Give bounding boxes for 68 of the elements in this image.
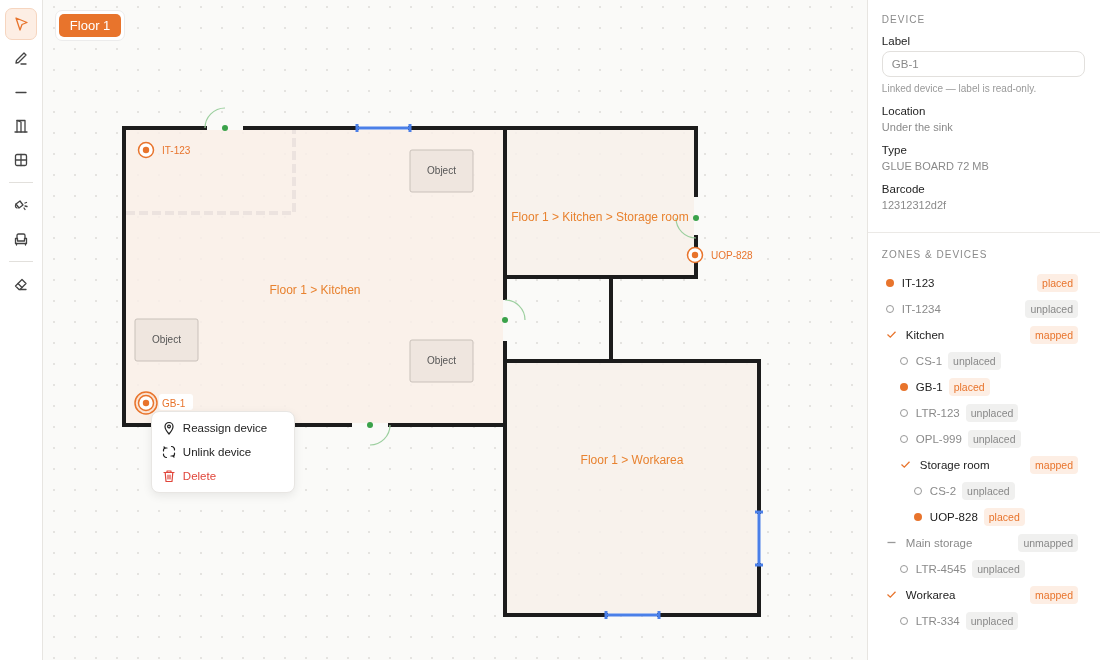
field-label: Barcode	[881, 183, 925, 195]
window-segment	[753, 510, 765, 567]
zone-name[interactable]: Main storage	[905, 536, 973, 549]
object-block[interactable]: Object	[409, 149, 474, 193]
device-name[interactable]: IT-1234	[901, 302, 941, 315]
cursor-icon	[12, 16, 29, 32]
status-badge: unplaced	[965, 611, 1019, 630]
label-input[interactable]: GB-1	[881, 51, 1085, 77]
device-name[interactable]: UOP-828	[929, 510, 978, 523]
status-badge: unplaced	[965, 403, 1019, 422]
menu-item[interactable]: Reassign device	[151, 416, 294, 440]
device-pin[interactable]	[686, 246, 704, 264]
zone-name[interactable]: Kitchen	[905, 328, 945, 341]
unlink-icon	[161, 445, 176, 459]
object-block[interactable]: Object	[409, 339, 474, 383]
armchair-icon	[12, 231, 29, 247]
status-badge: unplaced	[967, 429, 1021, 448]
status-badge: mapped	[1030, 325, 1078, 344]
status-badge: placed	[1037, 273, 1078, 292]
floor-button[interactable]: Floor 1	[58, 14, 122, 37]
menu-item[interactable]: Delete	[151, 464, 294, 488]
device-label: UOP-828	[710, 249, 753, 261]
trash-icon	[161, 469, 176, 483]
field-value: Under the sink	[881, 121, 953, 133]
status-badge: mapped	[1030, 455, 1078, 474]
room-label: Floor 1 > Workarea	[580, 453, 684, 467]
zone-name[interactable]: Workarea	[905, 588, 956, 601]
section-heading: DEVICE	[881, 14, 926, 25]
device-name[interactable]: GB-1	[915, 380, 943, 393]
device-name[interactable]: LTR-123	[915, 406, 960, 419]
room-label: Floor 1 > Kitchen	[269, 283, 361, 297]
window-icon	[12, 152, 29, 168]
window-segment	[355, 122, 412, 134]
section-heading: ZONES & DEVICES	[881, 249, 988, 260]
select-tool-button[interactable]	[4, 8, 37, 40]
field-hint: Linked device — label is read-only.	[881, 83, 1037, 94]
door-swing	[204, 107, 228, 131]
device-name[interactable]: LTR-4545	[915, 562, 967, 575]
object-block[interactable]: Object	[134, 318, 199, 362]
status-badge: placed	[948, 377, 990, 396]
zone-name[interactable]: Storage room	[919, 458, 990, 471]
pencil-icon	[12, 50, 29, 66]
status-badge: unplaced	[948, 351, 1001, 370]
field-value: GLUE BOARD 72 MB	[881, 160, 989, 172]
device-label: IT-123	[161, 144, 191, 156]
field-value: 12312312d2f	[881, 199, 947, 211]
device-name[interactable]: CS-1	[915, 354, 943, 367]
location-pin-icon	[161, 421, 176, 435]
status-badge: unplaced	[962, 481, 1015, 500]
line-icon	[14, 90, 27, 94]
eraser-icon	[12, 276, 29, 292]
device-name[interactable]: LTR-334	[915, 614, 960, 627]
device-name[interactable]: CS-2	[929, 484, 957, 497]
door-swing	[366, 422, 391, 446]
status-badge: mapped	[1030, 585, 1078, 604]
field-label: Location	[881, 105, 926, 117]
status-badge: unmapped	[1018, 533, 1078, 552]
status-badge: unplaced	[1025, 299, 1078, 318]
field-label: Type	[881, 144, 907, 156]
status-badge: placed	[983, 507, 1025, 526]
field-label: Label	[881, 35, 910, 47]
device-name[interactable]: IT-123	[901, 276, 935, 289]
door-swing	[501, 299, 526, 323]
status-badge: unplaced	[972, 559, 1025, 578]
door-icon	[12, 118, 29, 134]
device-label: GB-1	[161, 397, 186, 409]
device-name[interactable]: OPL-999	[915, 432, 962, 445]
window-segment	[604, 609, 661, 621]
